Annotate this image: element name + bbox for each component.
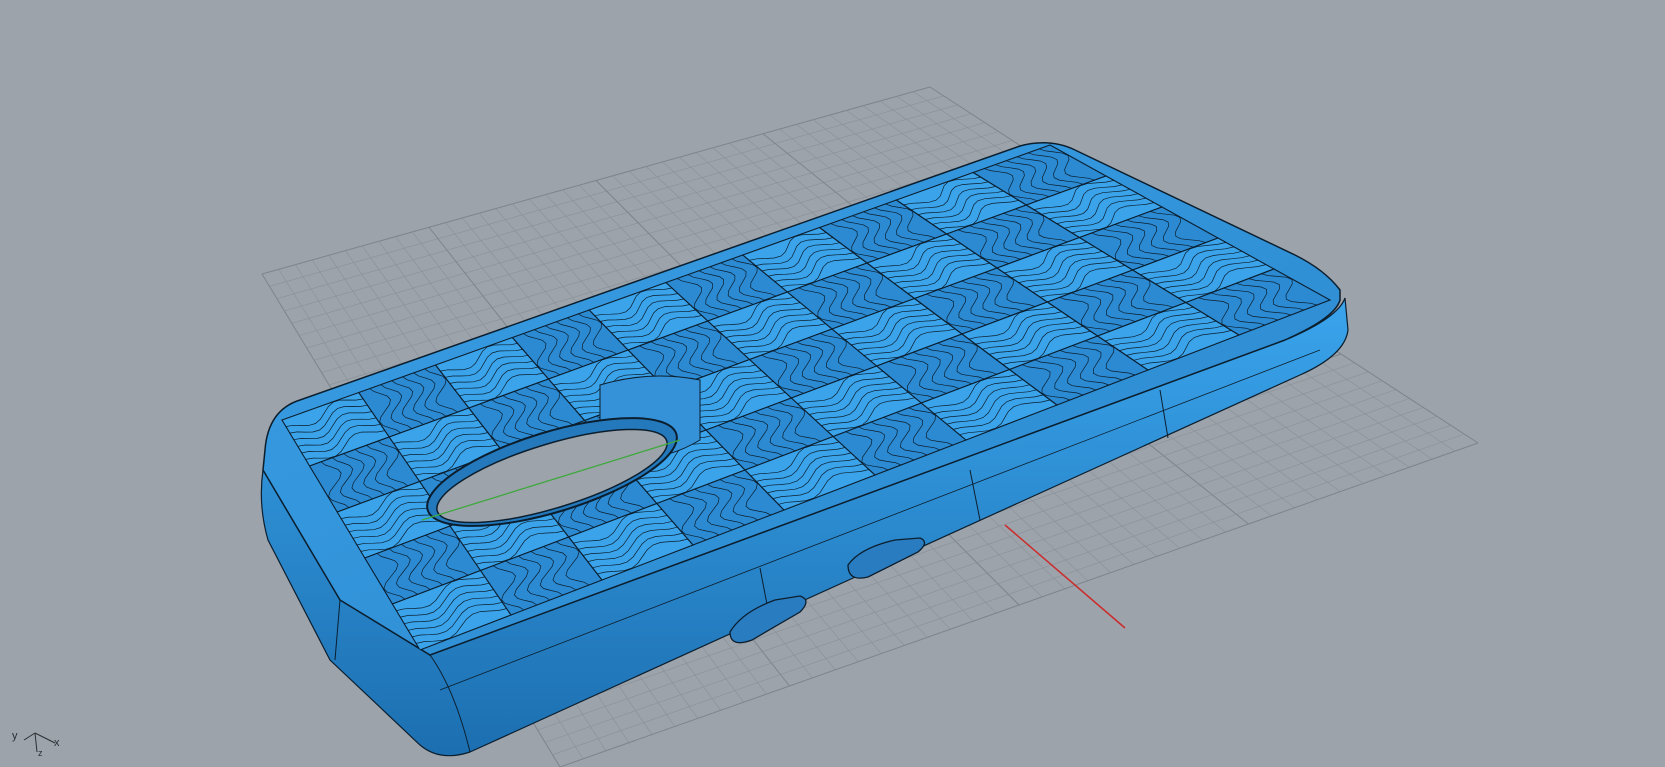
axis-x-label: x [54, 737, 60, 749]
viewport-canvas[interactable] [0, 0, 1665, 767]
perspective-viewport[interactable]: y x z [0, 0, 1665, 767]
axis-y-label: y [12, 730, 18, 742]
phone-case-model[interactable] [260, 142, 1349, 757]
axis-z-label: z [38, 748, 43, 758]
